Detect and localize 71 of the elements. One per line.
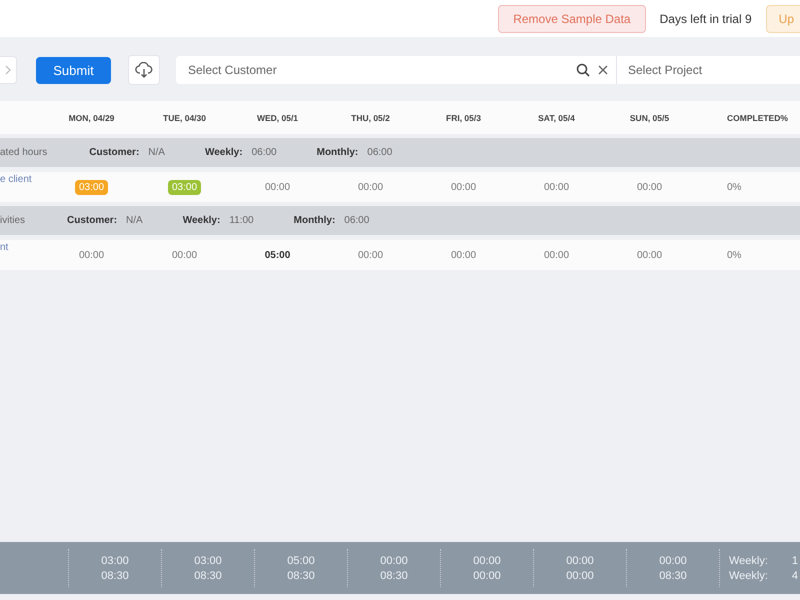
cloud-download-icon bbox=[135, 62, 153, 78]
customer-value: N/A bbox=[126, 215, 143, 226]
column-header: FRI, 05/3 bbox=[445, 112, 482, 122]
column-header: COMPLETED% bbox=[726, 112, 789, 122]
group-label: ivities bbox=[0, 215, 26, 226]
time-badge[interactable]: 03:00 bbox=[168, 180, 202, 194]
total-value: 00:00 bbox=[659, 554, 687, 566]
completed-cell-text: 0% bbox=[726, 182, 742, 192]
chevron-right-icon bbox=[5, 65, 11, 75]
table-cell-text: 00:00 bbox=[636, 250, 664, 260]
column-header: WED, 05/1 bbox=[256, 112, 300, 122]
customer-label: Customer: bbox=[89, 147, 140, 158]
cloud-download-button[interactable] bbox=[128, 55, 160, 85]
column-header: TUE, 04/30 bbox=[162, 112, 207, 122]
total-value: 08:30 bbox=[287, 570, 315, 582]
submit-button[interactable]: Submit bbox=[36, 56, 111, 84]
column-header: MON, 04/29 bbox=[68, 112, 116, 122]
weekly-value: 11:00 bbox=[229, 215, 254, 226]
customer-select-field[interactable]: Select Customer bbox=[176, 56, 617, 84]
total-value: 03:00 bbox=[101, 554, 129, 566]
weekly-label: Weekly: bbox=[729, 570, 768, 582]
time-badge[interactable]: 03:00 bbox=[74, 180, 108, 194]
total-value: 00:00 bbox=[473, 570, 501, 582]
customer-label: Customer: bbox=[67, 215, 118, 226]
table-cell-text: 00:00 bbox=[78, 250, 106, 260]
project-select-field[interactable]: Select Project bbox=[617, 56, 800, 84]
task-link[interactable]: e client bbox=[0, 172, 45, 185]
weekly-value: 1 bbox=[792, 554, 798, 566]
remove-sample-data-button[interactable]: Remove Sample Data bbox=[498, 5, 646, 33]
table-cell-text: 00:00 bbox=[356, 250, 384, 260]
total-value: 00:00 bbox=[473, 554, 501, 566]
table-cell-text: 00:00 bbox=[636, 182, 664, 192]
monthly-value: 06:00 bbox=[344, 215, 370, 226]
weekly-value: 4 bbox=[792, 570, 798, 582]
table-cell-text: 00:00 bbox=[170, 250, 198, 260]
total-value: 00:00 bbox=[566, 554, 594, 566]
total-value: 08:30 bbox=[659, 570, 687, 582]
task-link[interactable]: nt bbox=[0, 240, 45, 253]
weekly-value: 06:00 bbox=[252, 147, 277, 158]
weekly-label: Weekly: bbox=[182, 215, 220, 226]
table-cell-text: 00:00 bbox=[264, 182, 292, 192]
table-cell-text: 00:00 bbox=[450, 250, 478, 260]
monthly-value: 06:00 bbox=[367, 147, 392, 158]
trial-days-text: Days left in trial 9 bbox=[660, 12, 752, 26]
table-cell-text: 00:00 bbox=[450, 182, 478, 192]
total-value: 08:30 bbox=[101, 570, 129, 582]
group-label: ated hours bbox=[0, 147, 48, 158]
table-cell-text: 05:00 bbox=[264, 250, 292, 260]
weekly-label: Weekly: bbox=[204, 147, 243, 158]
customer-value: N/A bbox=[148, 147, 165, 158]
column-header: SUN, 05/5 bbox=[628, 112, 670, 122]
table-cell-text: 00:00 bbox=[356, 182, 384, 192]
upgrade-button[interactable]: Up bbox=[766, 5, 800, 33]
total-value: 08:30 bbox=[380, 570, 408, 582]
total-value: 08:30 bbox=[194, 570, 222, 582]
total-value: 05:00 bbox=[287, 554, 315, 566]
total-value: 00:00 bbox=[380, 554, 408, 566]
column-header: SAT, 05/4 bbox=[537, 112, 576, 122]
clear-icon[interactable] bbox=[598, 65, 608, 75]
weekly-label: Weekly: bbox=[729, 554, 768, 566]
monthly-label: Monthly: bbox=[294, 215, 336, 226]
table-cell-text: 00:00 bbox=[542, 182, 570, 192]
project-input[interactable]: Select Project bbox=[626, 62, 800, 78]
customer-input[interactable]: Select Customer bbox=[186, 62, 568, 78]
search-icon[interactable] bbox=[576, 63, 590, 77]
table-cell-text: 00:00 bbox=[542, 250, 570, 260]
column-header: THU, 05/2 bbox=[350, 112, 391, 122]
monthly-label: Monthly: bbox=[316, 147, 358, 158]
completed-cell-text: 0% bbox=[726, 250, 742, 260]
total-value: 03:00 bbox=[194, 554, 222, 566]
total-value: 00:00 bbox=[566, 570, 594, 582]
